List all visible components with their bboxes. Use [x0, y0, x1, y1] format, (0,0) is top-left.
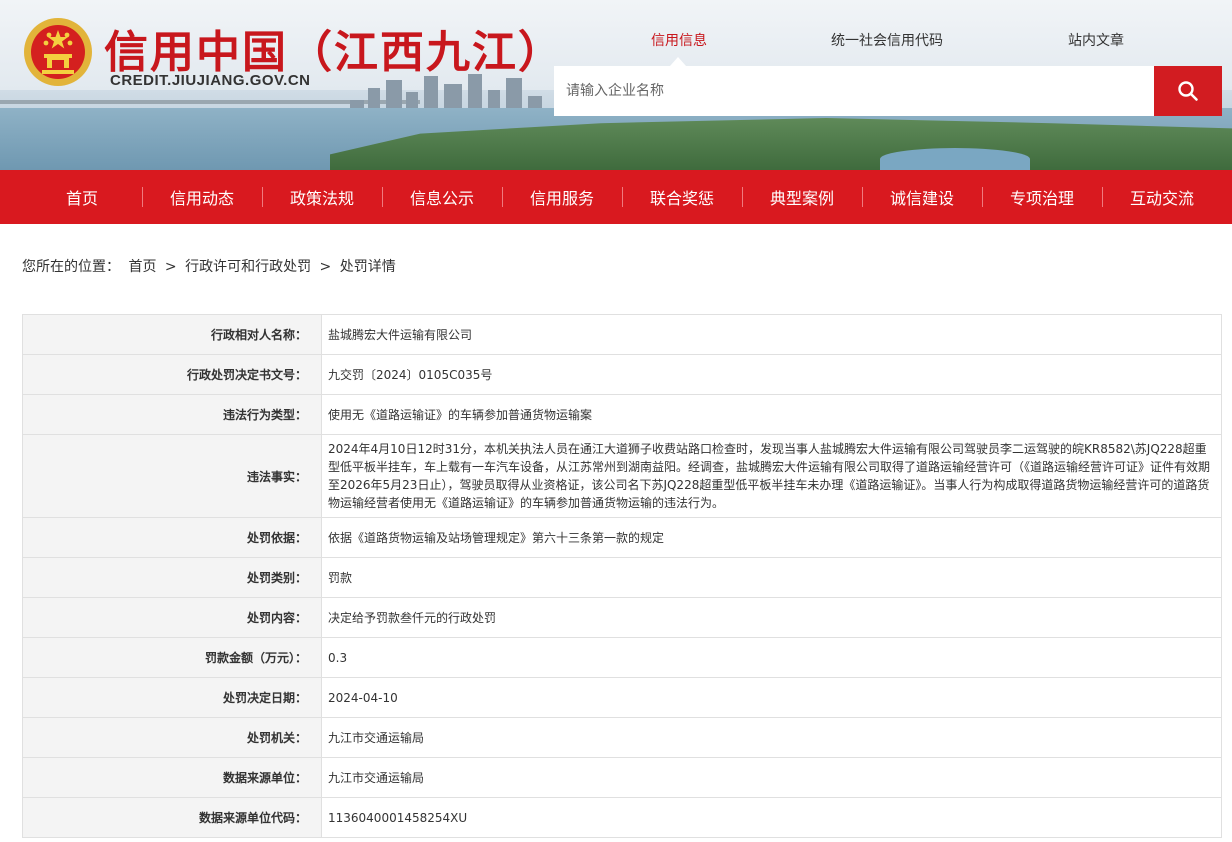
- row-value: 九江市交通运输局: [321, 757, 1222, 798]
- row-label: 行政相对人名称：: [22, 314, 322, 355]
- row-value: 使用无《道路运输证》的车辆参加普通货物运输案: [321, 394, 1222, 435]
- nav-item-special-governance[interactable]: 专项治理: [982, 170, 1102, 224]
- search-input[interactable]: [554, 66, 1154, 116]
- row-value: 决定给予罚款叁仟元的行政处罚: [321, 597, 1222, 638]
- table-row: 处罚类别： 罚款: [22, 557, 1222, 598]
- tab-credit-info[interactable]: 信用信息: [651, 30, 707, 50]
- site-title: 信用中国（江西九江）: [104, 27, 564, 78]
- penalty-detail-table: 行政相对人名称： 盐城腾宏大件运输有限公司 行政处罚决定书文号： 九交罚〔202…: [22, 314, 1222, 838]
- national-emblem-icon: [24, 18, 92, 86]
- row-label: 处罚内容：: [22, 597, 322, 638]
- active-tab-caret: [670, 57, 686, 66]
- row-value: 2024年4月10日12时31分，本机关执法人员在通江大道狮子收费站路口检查时，…: [321, 434, 1222, 518]
- row-label: 罚款金额（万元）：: [22, 637, 322, 678]
- row-label: 处罚决定日期：: [22, 677, 322, 718]
- breadcrumb-separator: >: [164, 259, 177, 275]
- table-row: 违法行为类型： 使用无《道路运输证》的车辆参加普通货物运输案: [22, 394, 1222, 435]
- search-button[interactable]: [1154, 66, 1222, 116]
- table-row: 行政处罚决定书文号： 九交罚〔2024〕0105C035号: [22, 354, 1222, 395]
- row-label: 数据来源单位代码：: [22, 797, 322, 838]
- header-banner: 信用中国（江西九江） CREDIT.JIUJIANG.GOV.CN 信用信息 统…: [0, 0, 1232, 170]
- nav-item-interaction[interactable]: 互动交流: [1102, 170, 1222, 224]
- table-row: 数据来源单位： 九江市交通运输局: [22, 757, 1222, 798]
- table-row: 处罚机关： 九江市交通运输局: [22, 717, 1222, 758]
- nav-item-rewards-penalties[interactable]: 联合奖惩: [622, 170, 742, 224]
- table-row: 违法事实： 2024年4月10日12时31分，本机关执法人员在通江大道狮子收费站…: [22, 434, 1222, 518]
- row-label: 违法行为类型：: [22, 394, 322, 435]
- tab-site-articles[interactable]: 站内文章: [1068, 30, 1124, 50]
- row-value: 罚款: [321, 557, 1222, 598]
- nav-item-typical-cases[interactable]: 典型案例: [742, 170, 862, 224]
- row-value: 2024-04-10: [321, 677, 1222, 718]
- nav-item-credit-news[interactable]: 信用动态: [142, 170, 262, 224]
- row-value: 盐城腾宏大件运输有限公司: [321, 314, 1222, 355]
- tab-credit-code[interactable]: 统一社会信用代码: [831, 30, 943, 50]
- row-value: 0.3: [321, 637, 1222, 678]
- table-row: 罚款金额（万元）： 0.3: [22, 637, 1222, 678]
- banner-lake: [880, 148, 1030, 170]
- nav-item-disclosure[interactable]: 信息公示: [382, 170, 502, 224]
- nav-item-policy[interactable]: 政策法规: [262, 170, 382, 224]
- row-value: 1136040001458254XU: [321, 797, 1222, 838]
- top-tabs: 信用信息 统一社会信用代码 站内文章: [554, 30, 1222, 52]
- table-row: 数据来源单位代码： 1136040001458254XU: [22, 797, 1222, 838]
- table-row: 行政相对人名称： 盐城腾宏大件运输有限公司: [22, 314, 1222, 355]
- row-label: 处罚机关：: [22, 717, 322, 758]
- breadcrumb-separator: >: [319, 259, 332, 275]
- row-label: 数据来源单位：: [22, 757, 322, 798]
- search-icon: [1178, 81, 1198, 101]
- table-row: 处罚依据： 依据《道路货物运输及站场管理规定》第六十三条第一款的规定: [22, 517, 1222, 558]
- main-nav: 首页 信用动态 政策法规 信息公示 信用服务 联合奖惩 典型案例 诚信建设 专项…: [0, 170, 1232, 224]
- row-label: 处罚依据：: [22, 517, 322, 558]
- breadcrumb-current: 处罚详情: [339, 259, 396, 275]
- row-label: 处罚类别：: [22, 557, 322, 598]
- breadcrumb-prefix: 您所在的位置：: [22, 259, 120, 275]
- table-row: 处罚内容： 决定给予罚款叁仟元的行政处罚: [22, 597, 1222, 638]
- row-value: 依据《道路货物运输及站场管理规定》第六十三条第一款的规定: [321, 517, 1222, 558]
- breadcrumb: 您所在的位置： 首页 > 行政许可和行政处罚 > 处罚详情: [22, 256, 400, 276]
- nav-item-home[interactable]: 首页: [22, 170, 142, 224]
- nav-item-integrity[interactable]: 诚信建设: [862, 170, 982, 224]
- row-label: 违法事实：: [22, 434, 322, 518]
- table-row: 处罚决定日期： 2024-04-10: [22, 677, 1222, 718]
- nav-item-credit-service[interactable]: 信用服务: [502, 170, 622, 224]
- row-value: 九交罚〔2024〕0105C035号: [321, 354, 1222, 395]
- breadcrumb-permits-penalties[interactable]: 行政许可和行政处罚: [185, 259, 311, 275]
- row-value: 九江市交通运输局: [321, 717, 1222, 758]
- row-label: 行政处罚决定书文号：: [22, 354, 322, 395]
- breadcrumb-home[interactable]: 首页: [128, 259, 156, 275]
- site-domain: CREDIT.JIUJIANG.GOV.CN: [110, 72, 311, 89]
